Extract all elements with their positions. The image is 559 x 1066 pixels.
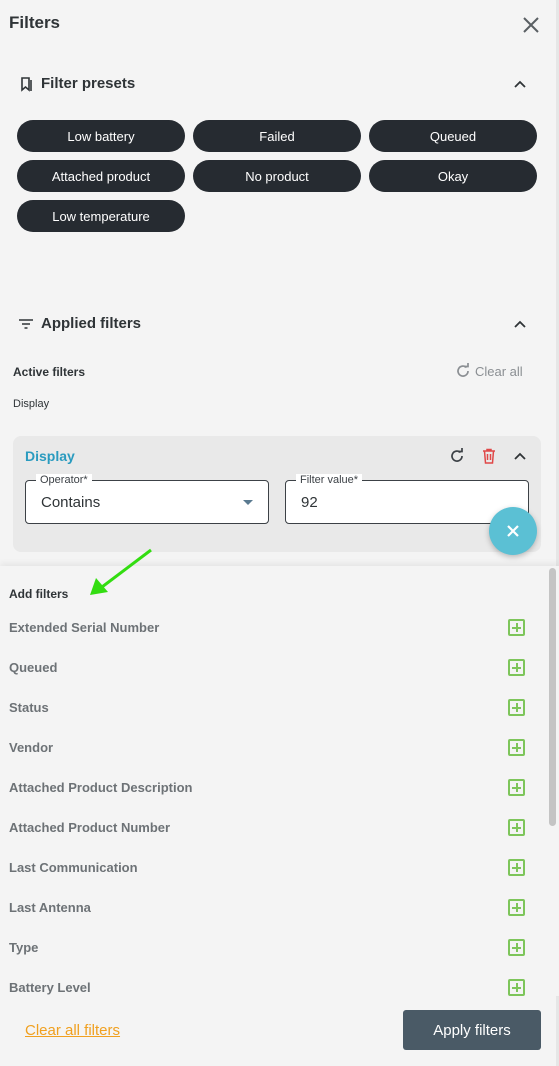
add-filter-label: Last Antenna	[9, 900, 91, 915]
add-filter-label: Attached Product Number	[9, 820, 171, 835]
close-icon	[507, 525, 519, 537]
display-filter-card: Display Operator* Contains Filter value*…	[13, 436, 541, 552]
applied-filters-header: Applied filters	[18, 315, 141, 332]
add-filter-label: Last Communication	[9, 860, 138, 875]
dropdown-caret-icon	[243, 500, 253, 505]
active-filters-label: Active filters	[13, 365, 86, 379]
applied-collapse-chevron-icon[interactable]	[510, 314, 530, 334]
presets-header: Filter presets	[18, 75, 135, 92]
filter-value-label: Filter value*	[296, 474, 363, 486]
clear-all-filters-link[interactable]: Clear all filters	[25, 1022, 120, 1039]
reset-icon[interactable]	[448, 447, 466, 465]
presets-collapse-chevron-icon[interactable]	[510, 74, 530, 94]
add-filters-title: Add filters	[9, 587, 69, 601]
add-filter-label: Type	[9, 940, 39, 955]
bookmark-icon	[18, 76, 34, 92]
clear-all-button[interactable]: Clear all	[455, 363, 523, 379]
add-filter-label: Extended Serial Number	[9, 620, 160, 635]
green-arrow-annotation	[90, 548, 152, 595]
preset-chip-no-product[interactable]: No product	[193, 160, 361, 192]
close-icon[interactable]	[519, 13, 543, 37]
preset-chip-failed[interactable]: Failed	[193, 120, 361, 152]
filter-value-text: 92	[301, 494, 318, 511]
panel-title: Filters	[9, 13, 61, 32]
refresh-icon	[457, 363, 469, 377]
close-fab-button[interactable]	[489, 507, 537, 555]
presets-title: Filter presets	[41, 75, 136, 92]
add-filter-label: Vendor	[9, 740, 54, 755]
add-plus-icon[interactable]	[508, 739, 525, 756]
add-filters-scrollbar[interactable]	[549, 568, 556, 826]
active-filter-name: Display	[13, 398, 50, 410]
apply-filters-button[interactable]: Apply filters	[403, 1010, 541, 1050]
filter-list-icon	[18, 316, 34, 332]
filter-card-title: Display	[25, 448, 75, 464]
clear-all-label: Clear all	[475, 363, 523, 379]
card-collapse-chevron-icon[interactable]	[511, 447, 529, 465]
preset-chip-low-temperature[interactable]: Low temperature	[17, 200, 185, 232]
add-filter-label: Attached Product Description	[9, 780, 193, 795]
add-plus-icon[interactable]	[508, 619, 525, 636]
trash-icon[interactable]	[480, 447, 498, 465]
add-plus-icon[interactable]	[508, 659, 525, 676]
add-plus-icon[interactable]	[508, 859, 525, 876]
add-plus-icon[interactable]	[508, 699, 525, 716]
operator-select[interactable]: Operator* Contains	[25, 474, 269, 524]
add-plus-icon[interactable]	[508, 899, 525, 916]
add-plus-icon[interactable]	[508, 819, 525, 836]
add-filter-label: Status	[9, 700, 49, 715]
add-filter-label: Queued	[9, 660, 58, 675]
add-filter-label: Battery Level	[9, 980, 91, 995]
preset-chip-low-battery[interactable]: Low battery	[17, 120, 185, 152]
add-plus-icon[interactable]	[508, 939, 525, 956]
operator-label: Operator*	[36, 474, 92, 486]
preset-chip-attached-product[interactable]: Attached product	[17, 160, 185, 192]
add-plus-icon[interactable]	[508, 979, 525, 996]
preset-chip-queued[interactable]: Queued	[369, 120, 537, 152]
applied-filters-title: Applied filters	[41, 315, 142, 332]
operator-value: Contains	[41, 494, 101, 511]
preset-chip-okay[interactable]: Okay	[369, 160, 537, 192]
filters-panel: Filters Filter presets Low battery Faile…	[0, 0, 559, 1066]
add-plus-icon[interactable]	[508, 779, 525, 796]
